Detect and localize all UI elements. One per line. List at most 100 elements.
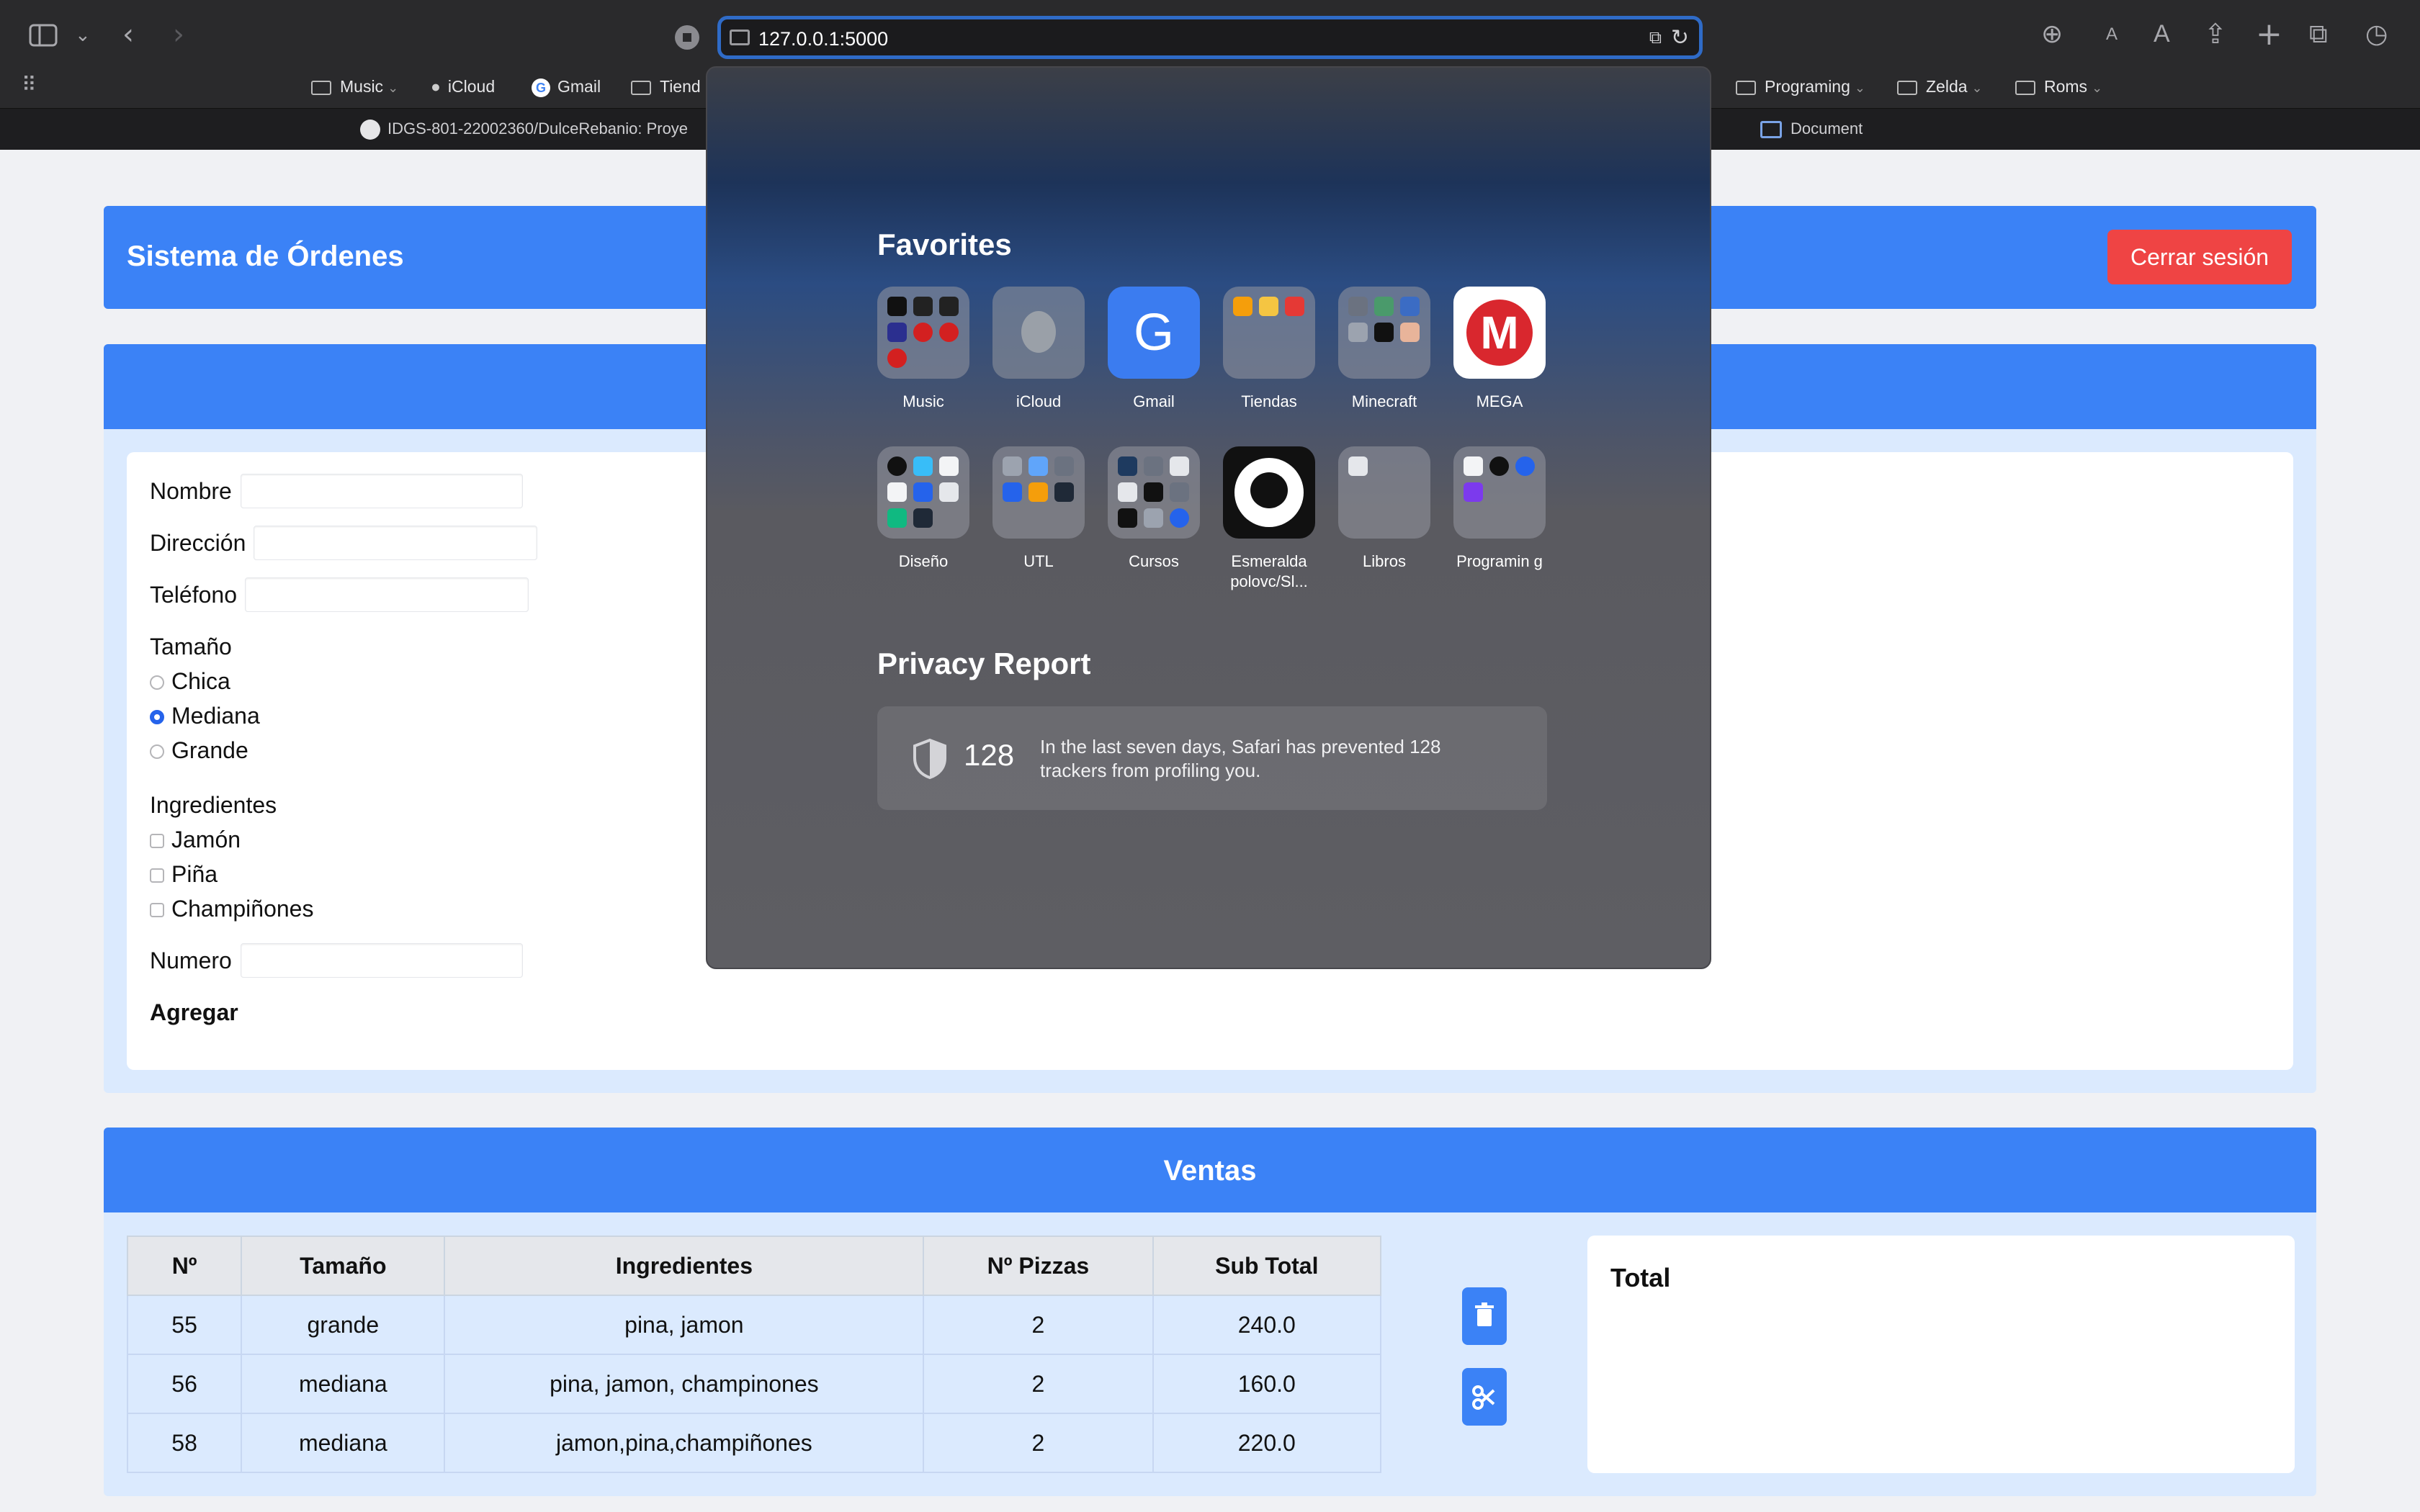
trash-icon xyxy=(1475,1302,1494,1326)
ingredient-option-label: Jamón xyxy=(171,827,241,852)
privacy-count: 128 xyxy=(964,738,1015,772)
favorite-github[interactable]: Esmeralda polovc/Sl... xyxy=(1223,446,1315,592)
table-cell: grande xyxy=(241,1295,446,1355)
favorite-programing[interactable]: Programin g xyxy=(1453,446,1546,572)
ingredient-option-label: Champiñones xyxy=(171,896,314,922)
favorite-music[interactable]: Music xyxy=(877,287,969,412)
translate-icon[interactable]: ⧉ xyxy=(1649,28,1662,48)
github-icon xyxy=(360,120,380,140)
shield-icon xyxy=(913,738,946,780)
nombre-label: Nombre xyxy=(150,478,232,504)
bookmark-programing[interactable]: Programing ⌄ xyxy=(1736,75,1865,98)
size-option-label: Grande xyxy=(171,737,248,763)
nombre-input[interactable] xyxy=(241,474,523,508)
table-cell: mediana xyxy=(241,1354,446,1414)
size-option-label: Chica xyxy=(171,668,230,694)
table-cell: 240.0 xyxy=(1152,1295,1382,1355)
favorite-mega[interactable]: M MEGA xyxy=(1453,287,1546,412)
column-header: Nº Pizzas xyxy=(923,1236,1154,1296)
bookmark-gmail[interactable]: G Gmail xyxy=(532,75,601,98)
ingredient-checkbox-champinones[interactable] xyxy=(150,903,164,917)
chevron-down-icon[interactable]: ⌄ xyxy=(75,26,91,45)
total-panel: Total xyxy=(1587,1236,2295,1473)
numero-input[interactable] xyxy=(241,943,523,978)
size-radio-mediana[interactable] xyxy=(150,710,164,724)
bookmark-tiendas[interactable]: Tiend xyxy=(631,75,701,98)
column-header: Tamaño xyxy=(241,1236,446,1296)
size-option-label: Mediana xyxy=(171,703,260,729)
google-icon: G xyxy=(1108,287,1200,379)
history-icon[interactable]: ◷ xyxy=(2365,22,2388,48)
url-text[interactable]: 127.0.0.1:5000 xyxy=(758,28,888,50)
table-cell: 2 xyxy=(923,1354,1154,1414)
tamano-label: Tamaño xyxy=(150,634,232,660)
forward-icon[interactable]: › xyxy=(173,20,184,49)
telefono-input[interactable] xyxy=(245,577,529,612)
favorite-icloud[interactable]: iCloud xyxy=(992,287,1085,412)
font-larger-icon[interactable]: A xyxy=(2154,22,2170,46)
address-bar[interactable]: 127.0.0.1:5000 ⧉ ↻ xyxy=(717,16,1703,59)
table-row[interactable]: 56 mediana pina, jamon, champinones 2 16… xyxy=(126,1354,1382,1414)
downloads-icon[interactable]: ⊕ xyxy=(2041,22,2063,48)
direccion-input[interactable] xyxy=(254,526,537,560)
favorites-popover: Favorites Music iCloud G Gmail Tiendas M… xyxy=(706,66,1711,969)
reload-icon[interactable]: ↻ xyxy=(1671,25,1689,50)
bookmark-icloud[interactable]: ● iCloud xyxy=(431,75,495,98)
sidebar-toggle-icon[interactable] xyxy=(29,23,58,52)
privacy-message: In the last seven days, Safari has preve… xyxy=(1040,736,1441,781)
column-header: Ingredientes xyxy=(444,1236,925,1296)
ingredient-checkbox-jamon[interactable] xyxy=(150,834,164,848)
bookmark-roms[interactable]: Roms ⌄ xyxy=(2015,75,2102,98)
folder-tile-icon xyxy=(1108,446,1200,539)
tab-github[interactable]: IDGS-801-22002360/DulceRebanio: Proye xyxy=(360,117,688,141)
font-smaller-icon[interactable]: A xyxy=(2106,26,2118,43)
table-cell: pina, jamon xyxy=(444,1295,925,1355)
apps-grid-icon[interactable]: ⠿ xyxy=(22,75,37,95)
delete-button[interactable] xyxy=(1462,1287,1507,1345)
favorite-minecraft[interactable]: Minecraft xyxy=(1338,287,1430,412)
tab-overview-icon[interactable]: ⧉ xyxy=(2309,22,2328,48)
favorite-cursos[interactable]: Cursos xyxy=(1108,446,1200,572)
cut-button[interactable] xyxy=(1462,1368,1507,1426)
site-icon xyxy=(730,30,750,45)
table-cell: 58 xyxy=(126,1413,243,1473)
privacy-shield-icon[interactable] xyxy=(673,23,702,57)
favorites-title: Favorites xyxy=(877,228,1012,261)
bookmark-music[interactable]: Music ⌄ xyxy=(311,75,398,98)
ingredient-checkbox-pina[interactable] xyxy=(150,868,164,883)
table-row[interactable]: 55 grande pina, jamon 2 240.0 xyxy=(126,1295,1382,1355)
table-row[interactable]: 58 mediana jamon,pina,champiñones 2 220.… xyxy=(126,1413,1382,1473)
mega-icon: M xyxy=(1453,287,1546,379)
new-tab-icon[interactable]: + xyxy=(2256,19,2282,50)
add-button[interactable]: Agregar xyxy=(150,999,238,1026)
app-title: Sistema de Órdenes xyxy=(127,240,404,272)
folder-icon xyxy=(2015,80,2035,95)
google-icon: G xyxy=(532,78,550,97)
window-icon xyxy=(1760,121,1782,139)
ingredientes-label: Ingredientes xyxy=(150,792,277,818)
apple-icon xyxy=(992,287,1085,379)
favorite-gmail[interactable]: G Gmail xyxy=(1108,287,1200,412)
folder-tile-icon xyxy=(877,287,969,379)
privacy-report-title: Privacy Report xyxy=(877,647,1091,680)
privacy-report-card[interactable]: 128 In the last seven days, Safari has p… xyxy=(877,706,1547,810)
column-header: Sub Total xyxy=(1152,1236,1382,1296)
tab-document[interactable]: Document xyxy=(1760,117,1863,141)
favorite-tiendas[interactable]: Tiendas xyxy=(1223,287,1315,412)
size-radio-grande[interactable] xyxy=(150,744,164,759)
table-cell: 160.0 xyxy=(1152,1354,1382,1414)
logout-button[interactable]: Cerrar sesión xyxy=(2107,230,2292,284)
favorite-libros[interactable]: Libros xyxy=(1338,446,1430,572)
table-cell: jamon,pina,champiñones xyxy=(444,1413,925,1473)
size-radio-chica[interactable] xyxy=(150,675,164,690)
favorite-utl[interactable]: UTL xyxy=(992,446,1085,572)
folder-icon xyxy=(1736,80,1756,95)
github-icon xyxy=(1223,446,1315,539)
table-cell: 55 xyxy=(126,1295,243,1355)
favorite-diseno[interactable]: Diseño xyxy=(877,446,969,572)
folder-icon xyxy=(1897,80,1917,95)
ingredient-option-label: Piña xyxy=(171,861,218,887)
back-icon[interactable]: ‹ xyxy=(122,20,134,49)
share-icon[interactable]: ⇪ xyxy=(2204,20,2227,48)
bookmark-zelda[interactable]: Zelda ⌄ xyxy=(1897,75,1983,98)
